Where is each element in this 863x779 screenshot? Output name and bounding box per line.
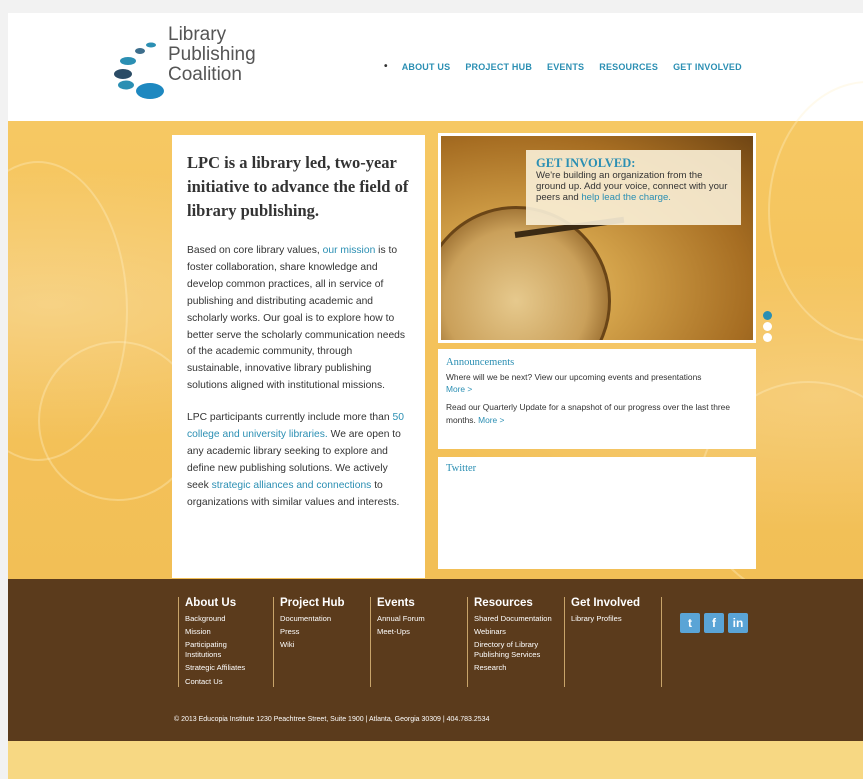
site-logo[interactable]: Library Publishing Coalition	[112, 25, 282, 105]
footer-divider	[661, 597, 662, 687]
footer-heading[interactable]: Resources	[474, 597, 552, 610]
nav-resources[interactable]: RESOURCES	[599, 62, 658, 72]
slider-dot[interactable]	[763, 311, 772, 320]
logo-line: Library	[168, 24, 227, 45]
hero-slider[interactable]: GET INVOLVED: We're building an organiza…	[438, 133, 756, 343]
footer-col-project-hub: Project Hub Documentation Press Wiki	[273, 597, 345, 687]
more-link[interactable]: More >	[478, 415, 504, 425]
footer-col-get-involved: Get Involved Library Profiles	[564, 597, 640, 687]
intro-heading: LPC is a library led, two-year initiativ…	[187, 153, 409, 220]
facebook-icon[interactable]: f	[704, 613, 724, 633]
footer-link[interactable]: Contact Us	[185, 677, 257, 687]
twitter-title[interactable]: Twitter	[446, 463, 748, 474]
nav-bullet-icon: •	[384, 61, 388, 72]
linkedin-icon[interactable]: in	[728, 613, 748, 633]
nav-events[interactable]: EVENTS	[547, 62, 584, 72]
lead-the-charge-link[interactable]: help lead the charge.	[581, 192, 671, 203]
footer-link[interactable]: Participating Institutions	[185, 640, 257, 660]
announcement-item: Read our Quarterly Update for a snapshot…	[446, 401, 748, 425]
intro-text: is to foster collaboration, share knowle…	[187, 245, 406, 392]
compass-image: GET INVOLVED: We're building an organiza…	[441, 136, 753, 340]
footer-col-about: About Us Background Mission Participatin…	[178, 597, 257, 687]
main-nav: • ABOUT US PROJECT HUB EVENTS RESOURCES …	[384, 61, 757, 72]
our-mission-link[interactable]: our mission	[323, 245, 376, 256]
footer-link[interactable]: Research	[474, 663, 552, 673]
footer-heading[interactable]: Get Involved	[571, 597, 640, 610]
header: Library Publishing Coalition • ABOUT US …	[8, 13, 863, 121]
nav-about-us[interactable]: ABOUT US	[402, 62, 451, 72]
page: Library Publishing Coalition • ABOUT US …	[8, 13, 863, 779]
logo-line: Coalition	[168, 64, 242, 85]
slider-dot[interactable]	[763, 322, 772, 331]
more-link[interactable]: More >	[446, 384, 472, 394]
announcement-item: Where will we be next? View our upcoming…	[446, 371, 748, 395]
social-links: t f in	[680, 613, 748, 633]
logo-dots-icon	[114, 42, 164, 99]
footer-col-events: Events Annual Forum Meet-Ups	[370, 597, 425, 687]
footer-link[interactable]: Wiki	[280, 640, 345, 650]
announcements-box: Announcements Where will we be next? Vie…	[438, 349, 756, 449]
intro-text: Based on core library values,	[187, 245, 323, 256]
footer-heading[interactable]: Events	[377, 597, 425, 610]
footer-link[interactable]: Press	[280, 627, 345, 637]
footer-link[interactable]: Annual Forum	[377, 614, 425, 624]
footer-link[interactable]: Mission	[185, 627, 257, 637]
footer: About Us Background Mission Participatin…	[8, 579, 863, 741]
hero-title: GET INVOLVED:	[536, 156, 636, 170]
footer-link[interactable]: Strategic Affiliates	[185, 663, 257, 673]
strategic-alliances-link[interactable]: strategic alliances and connections	[212, 480, 372, 491]
copyright-text: © 2013 Educopia Institute 1230 Peachtree…	[174, 716, 490, 723]
footer-link[interactable]: Shared Documentation	[474, 614, 552, 624]
logo-text: Library Publishing Coalition	[168, 25, 256, 85]
announcement-text: Where will we be next? View our upcoming…	[446, 372, 702, 382]
bottom-strip	[8, 741, 863, 779]
participants-paragraph: LPC participants currently include more …	[187, 410, 410, 511]
nav-project-hub[interactable]: PROJECT HUB	[465, 62, 532, 72]
nav-get-involved[interactable]: GET INVOLVED	[673, 62, 742, 72]
twitter-box: Twitter	[438, 457, 756, 569]
hero-caption: GET INVOLVED: We're building an organiza…	[526, 150, 741, 225]
footer-col-resources: Resources Shared Documentation Webinars …	[467, 597, 552, 687]
intro-card: LPC is a library led, two-year initiativ…	[172, 135, 425, 578]
footer-link[interactable]: Documentation	[280, 614, 345, 624]
footer-link[interactable]: Webinars	[474, 627, 552, 637]
footer-link[interactable]: Meet-Ups	[377, 627, 425, 637]
logo-line: Publishing	[168, 44, 256, 65]
hero-text: We're building an organization from the …	[536, 170, 731, 203]
twitter-icon[interactable]: t	[680, 613, 700, 633]
slider-pager	[763, 311, 773, 344]
footer-heading[interactable]: Project Hub	[280, 597, 345, 610]
intro-text: LPC participants currently include more …	[187, 412, 393, 424]
footer-link[interactable]: Background	[185, 614, 257, 624]
slider-dot[interactable]	[763, 333, 772, 342]
intro-paragraph: Based on core library values, our missio…	[187, 243, 410, 395]
announcements-title[interactable]: Announcements	[446, 357, 748, 368]
footer-heading[interactable]: About Us	[185, 597, 257, 610]
footer-link[interactable]: Directory of Library Publishing Services	[474, 640, 546, 660]
footer-link[interactable]: Library Profiles	[571, 614, 640, 624]
